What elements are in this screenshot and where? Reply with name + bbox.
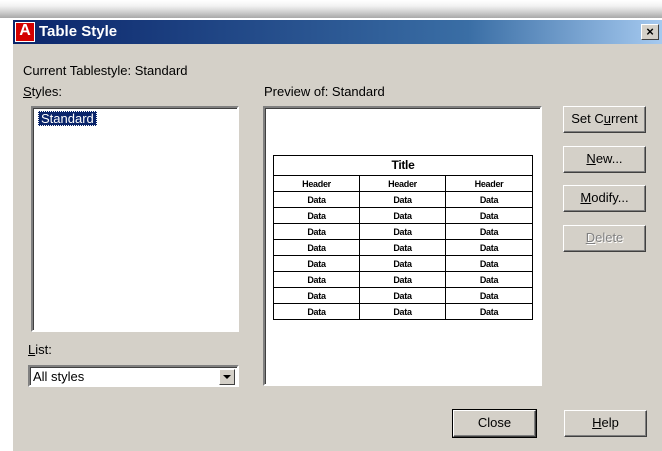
styles-listbox[interactable]: Standard <box>31 106 239 332</box>
preview-data-cell: Data <box>359 287 446 304</box>
set-current-label-mnemonic: u <box>603 111 611 126</box>
preview-title-cell: Title <box>273 155 533 176</box>
styles-list-item[interactable]: Standard <box>38 111 97 126</box>
preview-data-cell: Data <box>445 239 533 256</box>
preview-data-cell: Data <box>359 271 446 288</box>
chevron-down-icon[interactable] <box>219 369 235 385</box>
current-tablestyle-label: Current Tablestyle: Standard <box>23 63 188 78</box>
help-label-rest: elp <box>601 415 619 430</box>
table-style-dialog: A Table Style × Current Tablestyle: Stan… <box>12 19 662 451</box>
set-current-label-b: rrent <box>611 111 638 126</box>
preview-data-cell: Data <box>445 207 533 224</box>
preview-data-cell: Data <box>445 303 533 320</box>
close-button[interactable]: Close <box>452 409 537 438</box>
preview-data-cell: Data <box>359 191 446 208</box>
help-label-mnemonic: H <box>592 415 602 430</box>
delete-button[interactable]: Delete <box>563 225 646 252</box>
close-icon[interactable]: × <box>641 24 659 40</box>
preview-data-cell: Data <box>359 255 446 272</box>
preview-data-cell: Data <box>273 287 360 304</box>
preview-data-cell: Data <box>359 223 446 240</box>
preview-header-cell: Header <box>273 175 360 192</box>
new-button[interactable]: New... <box>563 146 646 173</box>
preview-header-cell: Header <box>445 175 533 192</box>
list-label-rest: ist: <box>35 342 52 357</box>
set-current-label-a: Set C <box>571 111 604 126</box>
modify-label-mnemonic: M <box>580 190 592 205</box>
title-bar[interactable]: A Table Style × <box>13 20 662 44</box>
preview-table: Title Header Header Header Data Data Data … <box>273 155 533 320</box>
preview-data-cell: Data <box>359 207 446 224</box>
new-label-rest: ew... <box>595 151 623 166</box>
preview-data-cell: Data <box>273 207 360 224</box>
preview-data-cell: Data <box>445 223 533 240</box>
preview-data-cell: Data <box>445 191 533 208</box>
autocad-app-icon: A <box>15 22 35 42</box>
list-label: List: <box>28 342 52 357</box>
set-current-button[interactable]: Set Current <box>563 106 646 133</box>
preview-data-cell: Data <box>273 191 360 208</box>
preview-data-cell: Data <box>273 303 360 320</box>
list-combobox-value: All styles <box>33 369 85 384</box>
preview-pane: Title Header Header Header Data Data Data … <box>263 106 542 386</box>
modify-label-rest: odify... <box>591 190 629 205</box>
preview-data-cell: Data <box>273 239 360 256</box>
styles-label: Styles: <box>23 84 62 99</box>
help-button[interactable]: Help <box>564 410 647 437</box>
preview-data-cell: Data <box>445 255 533 272</box>
preview-data-cell: Data <box>359 239 446 256</box>
preview-data-cell: Data <box>445 287 533 304</box>
delete-label-rest: elete <box>595 230 624 245</box>
preview-data-cell: Data <box>359 303 446 320</box>
modify-button[interactable]: Modify... <box>563 185 646 212</box>
dialog-title: Table Style <box>39 23 118 40</box>
preview-data-cell: Data <box>273 271 360 288</box>
preview-data-cell: Data <box>273 255 360 272</box>
delete-label-mnemonic: D <box>585 230 596 245</box>
preview-label: Preview of: Standard <box>264 84 385 99</box>
new-label-mnemonic: N <box>586 151 596 166</box>
background-strip <box>0 0 662 18</box>
preview-header-cell: Header <box>359 175 446 192</box>
preview-data-cell: Data <box>273 223 360 240</box>
list-combobox[interactable]: All styles <box>28 365 239 387</box>
styles-label-mnemonic: S <box>23 84 32 99</box>
preview-data-cell: Data <box>445 271 533 288</box>
styles-label-rest: tyles: <box>31 84 63 99</box>
